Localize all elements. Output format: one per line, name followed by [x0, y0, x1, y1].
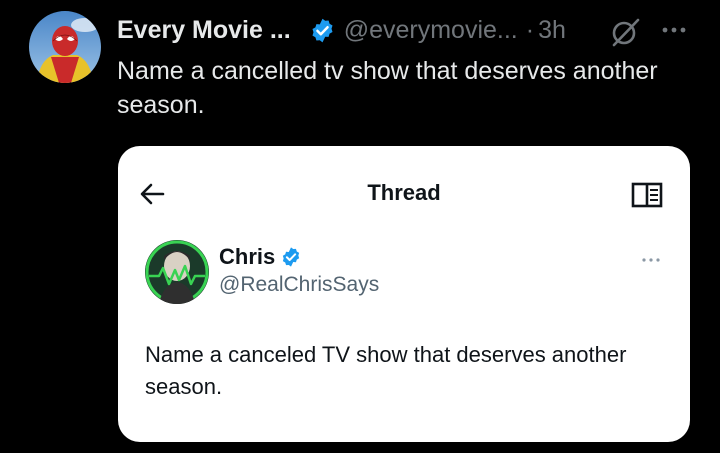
card-title: Thread [367, 180, 441, 205]
quoted-author-row: Chris [219, 244, 302, 270]
more-options-icon [640, 252, 662, 262]
quoted-author-handle: @RealChrisSays [219, 273, 380, 296]
quoted-author-name: Chris [219, 244, 276, 269]
verified-badge-icon [280, 246, 302, 268]
grok-icon[interactable] [608, 17, 642, 47]
tweet[interactable]: Every Movie ... @everymovie... · 3h Name… [0, 0, 720, 453]
reader-mode-icon [631, 182, 663, 208]
separator-dot: · [525, 15, 535, 44]
author-display-name[interactable]: Every Movie ... [117, 16, 291, 45]
quoted-author-avatar [145, 240, 209, 304]
quoted-tweet-text: Name a canceled TV show that deserves an… [145, 342, 627, 399]
timestamp[interactable]: 3h [538, 16, 566, 45]
author-handle[interactable]: @everymovie... [344, 16, 518, 45]
author-avatar[interactable] [29, 11, 101, 83]
tweet-header: Every Movie ... @everymovie... · 3h [117, 12, 566, 48]
quoted-image-card[interactable]: Thread Chris @RealChrisSays Name a cance… [118, 146, 690, 442]
verified-badge-icon [309, 17, 336, 44]
tweet-text: Name a cancelled tv show that deserves a… [117, 57, 658, 119]
more-options-icon[interactable] [660, 20, 690, 40]
